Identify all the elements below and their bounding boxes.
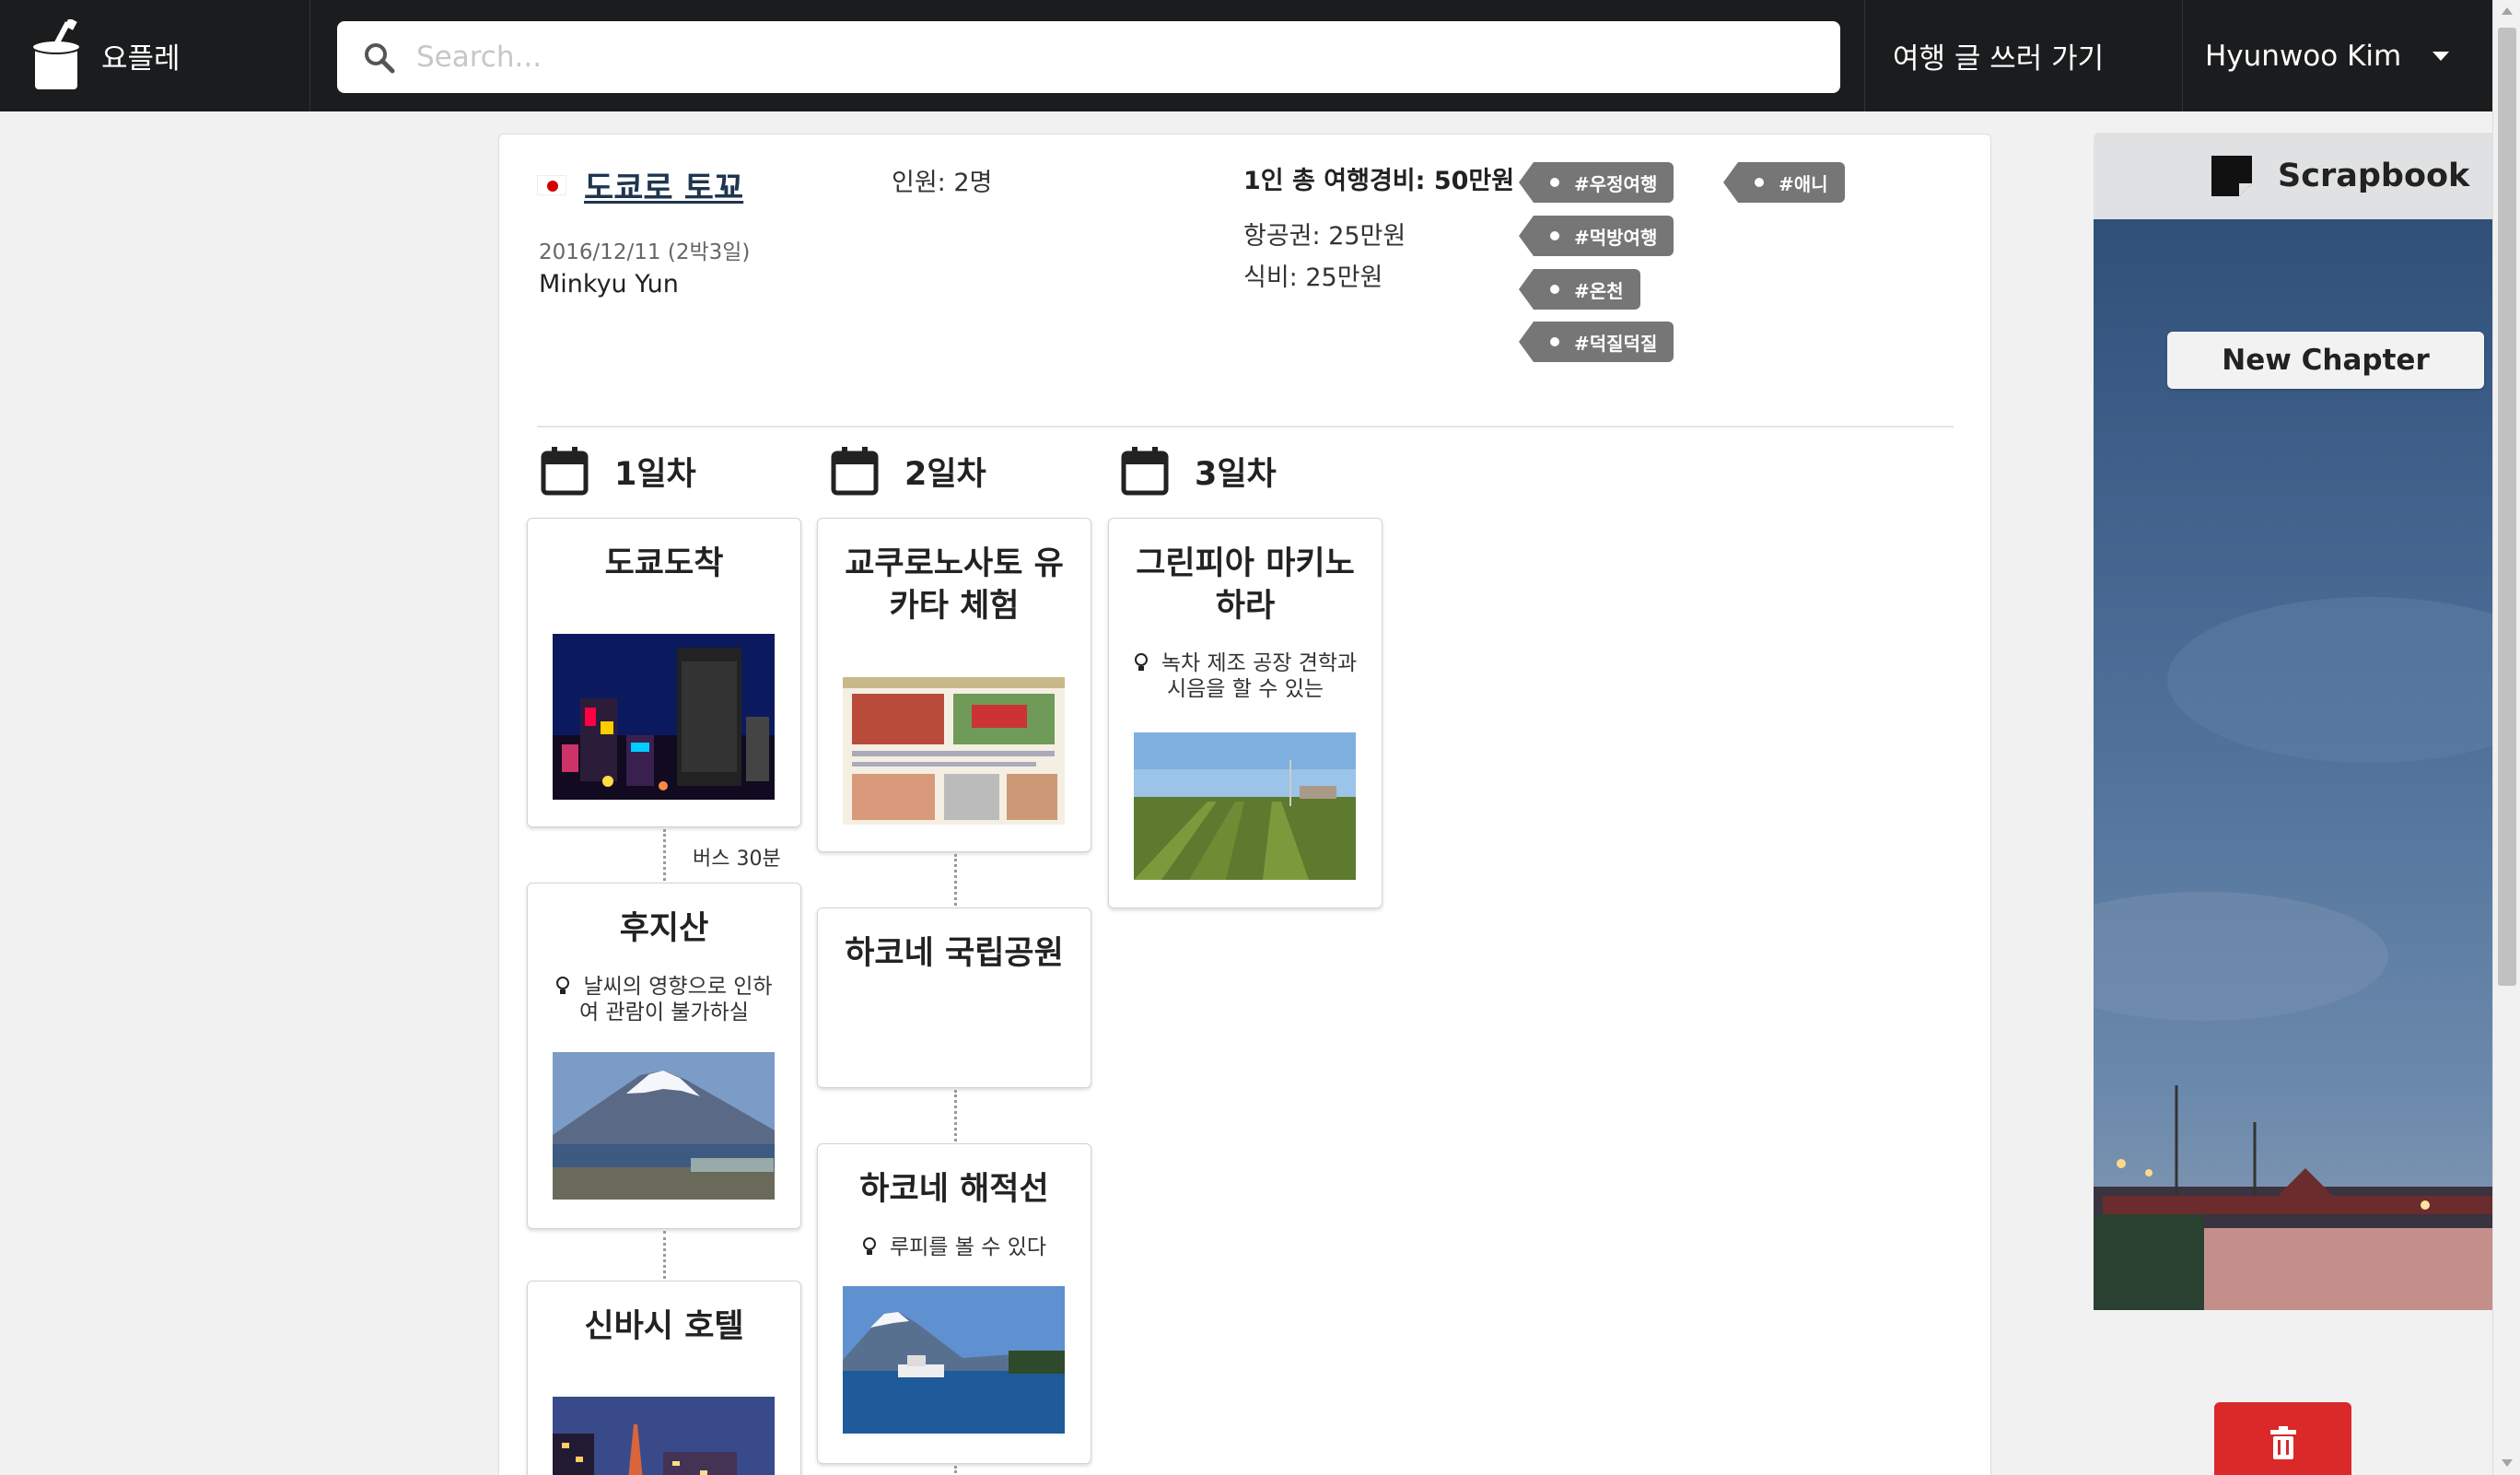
day-2-label: 2일차: [904, 455, 986, 493]
shinbashi-hotel-photo: [553, 1397, 775, 1475]
day-2-header: 2일차: [831, 446, 986, 496]
green-tea-field-photo: [1134, 732, 1356, 880]
brand-name: 요플레: [101, 42, 181, 76]
scrollbar-thumb[interactable]: [2498, 28, 2516, 986]
place-card-shinbashi-hotel[interactable]: 신바시 호텔: [527, 1281, 801, 1475]
place-card-mt-fuji[interactable]: 후지산 날씨의 영향으로 인하여 관람이 불가하실: [527, 883, 801, 1229]
tag-anime[interactable]: #애니: [1723, 162, 1845, 203]
place-note-text: 루피를 볼 수 있다: [889, 1235, 1047, 1259]
route-connector: [954, 1466, 957, 1475]
user-menu-dropdown[interactable]: Hyunwoo Kim: [2182, 0, 2492, 111]
lightbulb-icon: [556, 977, 570, 994]
place-card-tokyo-arrival[interactable]: 도쿄도착: [527, 518, 801, 827]
yukata-brochure-photo: [843, 677, 1065, 825]
place-title: 신바시 호텔: [584, 1308, 744, 1345]
user-name: Hyunwoo Kim: [2205, 39, 2402, 73]
tag-hot-spring[interactable]: #온천: [1519, 269, 1640, 310]
tag-friendship-trip[interactable]: #우정여행: [1518, 162, 1674, 203]
header-divider: [537, 426, 1954, 427]
tokyo-night-city-photo: [553, 634, 775, 800]
trip-total-cost: 1인 총 여행경비: 50만원: [1243, 167, 1515, 195]
place-title: 그린피아 마키노하라: [1136, 545, 1355, 625]
day-3-header: 3일차: [1121, 446, 1277, 496]
place-card-hakone-pirate-ship[interactable]: 하코네 해적선 루피를 볼 수 있다: [817, 1143, 1091, 1464]
day-1-header: 1일차: [541, 446, 696, 496]
trip-title-link[interactable]: 도쿄로 토꾜: [584, 162, 743, 209]
pirate-ship-lake-photo: [843, 1286, 1065, 1434]
mt-fuji-photo: [553, 1052, 775, 1200]
place-title: 하코네 국립공원: [845, 935, 1064, 972]
route-connector: [954, 854, 957, 906]
place-note-text: 날씨의 영향으로 인하여 관람이 불가하실: [579, 975, 773, 1024]
lightbulb-icon: [1134, 653, 1148, 671]
place-card-hakone-national-park[interactable]: 하코네 국립공원: [817, 907, 1091, 1088]
place-note: 날씨의 영향으로 인하여 관람이 불가하실: [528, 974, 800, 1025]
tag-fandom[interactable]: #덕질덕질: [1518, 322, 1674, 362]
calendar-icon: [831, 447, 879, 496]
search-input[interactable]: [416, 30, 1798, 84]
place-title: 하코네 해적선: [859, 1171, 1049, 1208]
place-card-greenpia-makinohara[interactable]: 그린피아 마키노하라 녹차 제조 공장 견학과 시음을 할 수 있는: [1108, 518, 1382, 908]
tag-food-trip[interactable]: #먹방여행: [1518, 216, 1674, 256]
day-1-label: 1일차: [614, 455, 696, 493]
route-connector: [663, 1231, 666, 1279]
place-title: 후지산: [619, 910, 709, 947]
write-travel-post-label: 여행 글 쓰러 가기: [1893, 42, 2105, 76]
magic-hat-logo-icon: [31, 18, 81, 89]
scrapbook-panel: Scrapbook New Chapter: [2094, 133, 2493, 1310]
top-navbar: 요플레 여행 글 쓰러 가기 Hyunwoo Kim: [0, 0, 2492, 111]
trip-date: 2016/12/11 (2박3일): [539, 240, 751, 264]
place-card-yukata-experience[interactable]: 교쿠로노사토 유카타 체험: [817, 518, 1091, 852]
trash-icon: [2270, 1426, 2296, 1459]
scrapbook-header: Scrapbook: [2094, 133, 2493, 219]
sticky-note-icon: [2211, 156, 2252, 196]
page-scrollbar[interactable]: [2492, 0, 2520, 1475]
search-box: [337, 21, 1840, 93]
calendar-icon: [1121, 447, 1169, 496]
scrapbook-title: Scrapbook: [2278, 158, 2470, 194]
calendar-icon: [541, 447, 589, 496]
place-note: 루피를 볼 수 있다: [818, 1235, 1091, 1260]
delete-button[interactable]: [2214, 1402, 2351, 1475]
search-icon: [365, 43, 395, 74]
place-note-text: 녹차 제조 공장 견학과 시음을 할 수 있는: [1161, 651, 1358, 701]
trip-author: Minkyu Yun: [539, 270, 679, 299]
trip-flight-cost: 항공권: 25만원: [1243, 222, 1406, 251]
new-chapter-button[interactable]: New Chapter: [2167, 332, 2484, 389]
write-travel-post-link[interactable]: 여행 글 쓰러 가기: [1864, 0, 2182, 111]
place-title: 도쿄도착: [604, 545, 724, 582]
japan-flag-icon: [537, 175, 566, 195]
place-title: 교쿠로노사토 유카타 체험: [845, 545, 1064, 625]
brand-home-link[interactable]: 요플레: [0, 0, 310, 111]
lightbulb-icon: [862, 1237, 876, 1255]
trip-detail-card: 도쿄로 토꾜 2016/12/11 (2박3일) Minkyu Yun 인원: …: [498, 134, 1991, 1475]
caret-down-icon: [2432, 51, 2450, 61]
scroll-down-arrow-icon[interactable]: [2502, 1459, 2513, 1467]
trip-food-cost: 식비: 25만원: [1243, 263, 1383, 292]
day-3-label: 3일차: [1195, 455, 1277, 493]
route-connector: [954, 1090, 957, 1141]
trip-people-count: 인원: 2명: [892, 169, 993, 197]
scrapbook-background: New Chapter: [2094, 219, 2493, 1310]
place-note: 녹차 제조 공장 견학과 시음을 할 수 있는: [1109, 650, 1382, 702]
transit-label: 버스 30분: [693, 848, 781, 871]
scroll-up-arrow-icon[interactable]: [2502, 7, 2513, 15]
